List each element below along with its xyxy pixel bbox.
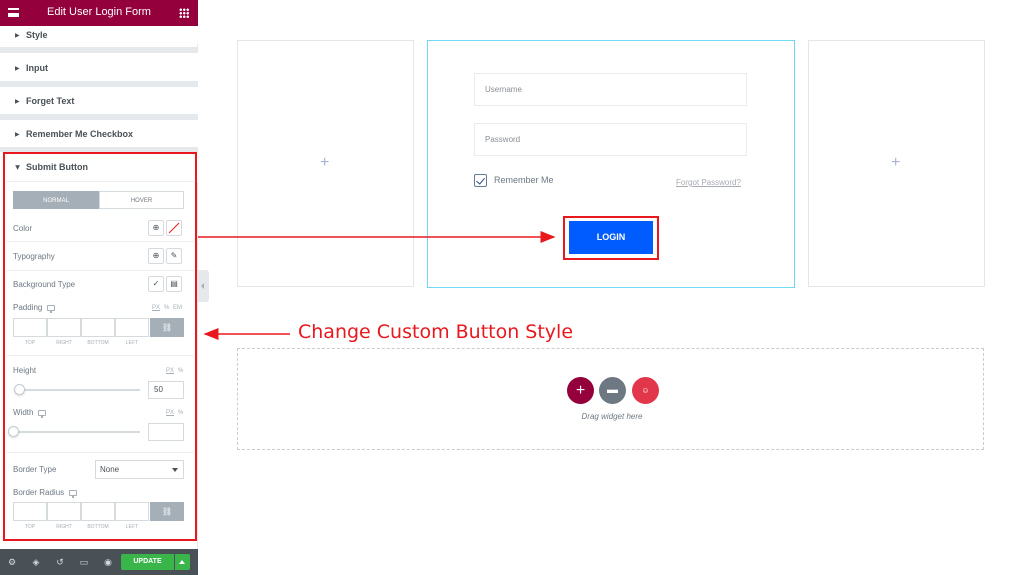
annotation-text: Change Custom Button Style xyxy=(298,321,574,343)
annotation-arrows xyxy=(198,231,556,340)
